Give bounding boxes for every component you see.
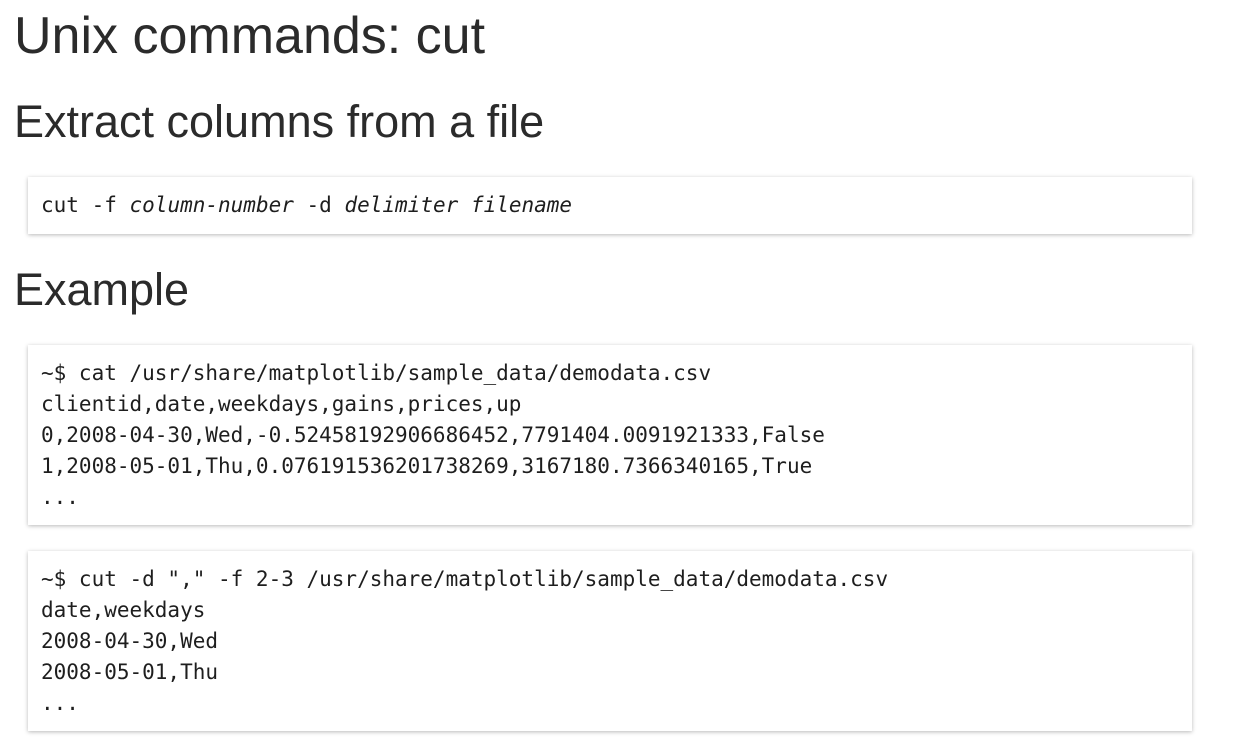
code-line: 0,2008-04-30,Wed,-0.52458192906686452,77…	[41, 423, 825, 447]
syntax-code-block: cut -f column-number -d delimiter filena…	[28, 177, 1192, 234]
section-heading-extract: Extract columns from a file	[14, 96, 545, 147]
syntax-arg-filename: filename	[470, 193, 573, 217]
syntax-space	[458, 193, 471, 217]
code-line: ~$ cat /usr/share/matplotlib/sample_data…	[41, 361, 712, 385]
code-line: ...	[41, 691, 79, 715]
code-line: date,weekdays	[41, 598, 206, 622]
code-line: 2008-04-30,Wed	[41, 629, 219, 653]
example-code-block-cat: ~$ cat /usr/share/matplotlib/sample_data…	[28, 345, 1192, 525]
slide-page: Unix commands: cut Extract columns from …	[0, 0, 1235, 753]
code-line: 1,2008-05-01,Thu,0.076191536201738269,31…	[41, 454, 813, 478]
code-line: ...	[41, 485, 79, 509]
syntax-arg-delimiter: delimiter	[344, 193, 459, 217]
syntax-arg-column-number: column-number	[129, 193, 294, 217]
example-code-block-cut: ~$ cut -d "," -f 2-3 /usr/share/matplotl…	[28, 551, 1192, 731]
section-heading-example: Example	[14, 264, 190, 315]
syntax-option-delimiter: -d	[293, 193, 345, 217]
syntax-line: cut -f column-number -d delimiter filena…	[41, 190, 1192, 221]
code-line: clientid,date,weekdays,gains,prices,up	[41, 392, 522, 416]
syntax-command: cut -f	[41, 193, 130, 217]
code-line: 2008-05-01,Thu	[41, 660, 219, 684]
code-line: ~$ cut -d "," -f 2-3 /usr/share/matplotl…	[41, 567, 889, 591]
page-title: Unix commands: cut	[14, 7, 486, 65]
